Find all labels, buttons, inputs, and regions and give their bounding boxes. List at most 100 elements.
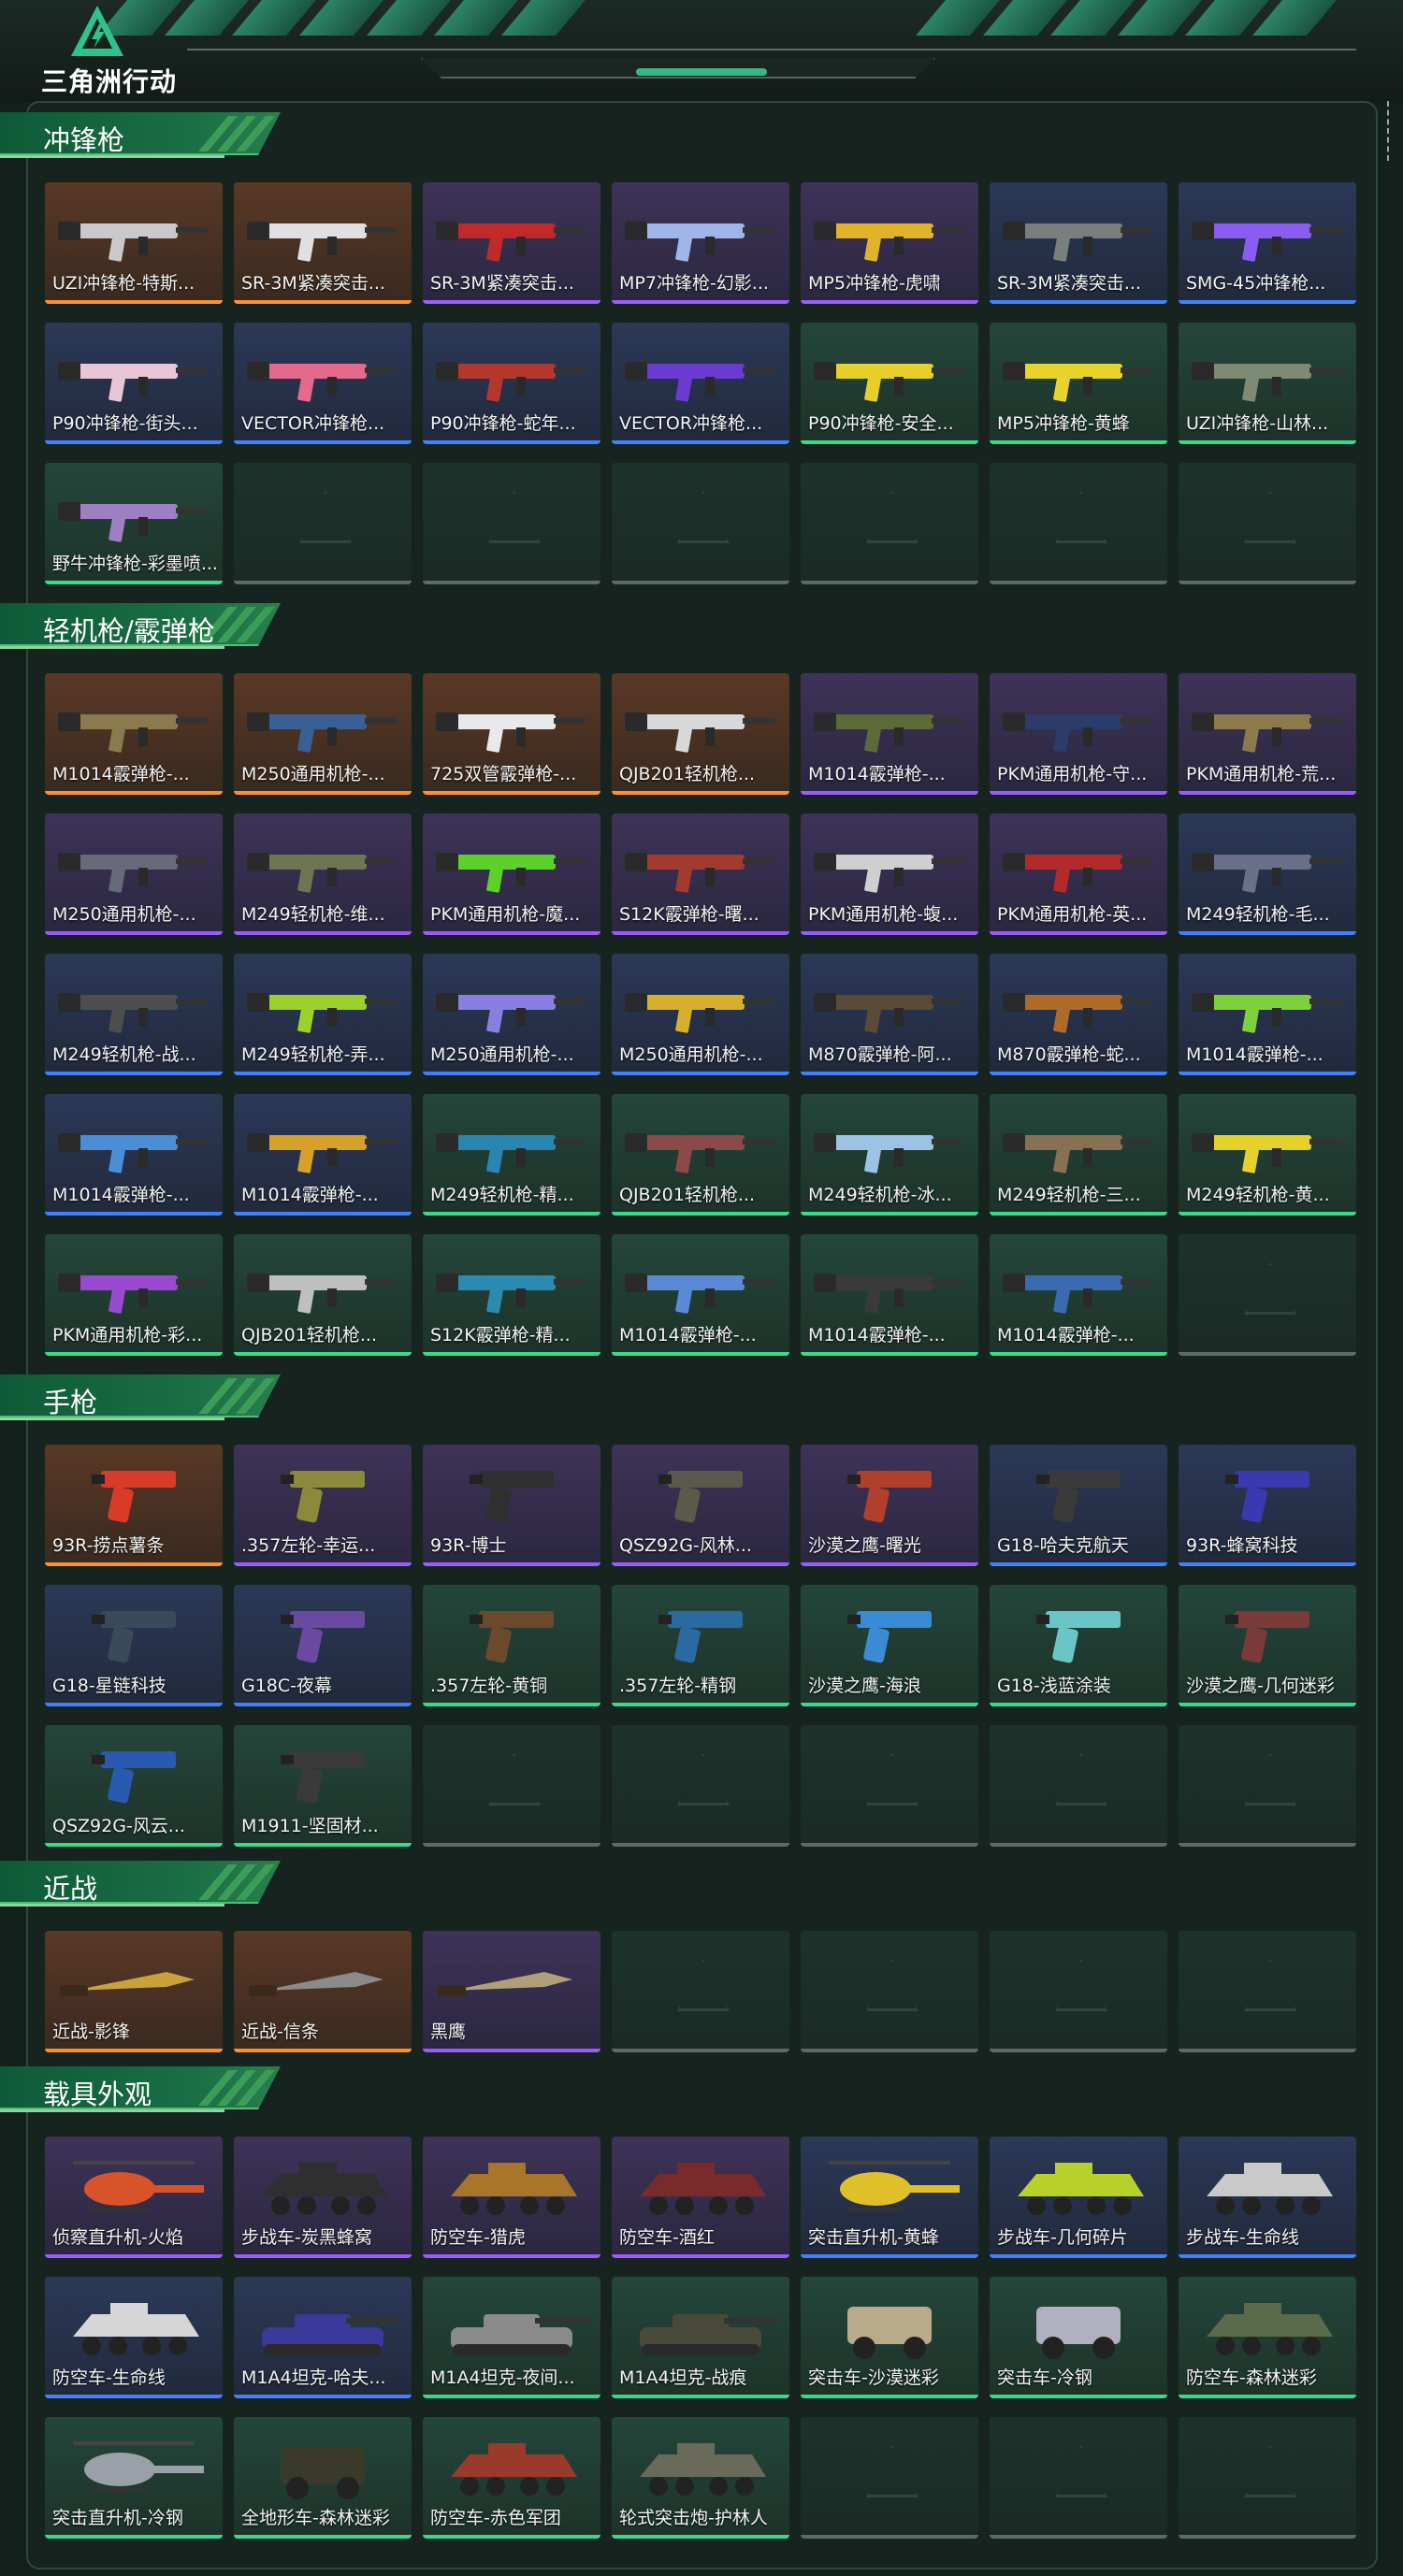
item-card[interactable]: VECTOR冲锋枪... bbox=[234, 323, 412, 444]
item-card[interactable]: UZI冲锋枪-特斯... bbox=[45, 182, 223, 304]
item-label: 全地形车-森林迷彩 bbox=[241, 2508, 390, 2528]
item-card[interactable]: 侦察直升机-火焰 bbox=[45, 2137, 223, 2258]
item-card[interactable]: 防空车-生命线 bbox=[45, 2277, 223, 2398]
item-card[interactable]: M1014霰弹枪-... bbox=[612, 1234, 789, 1356]
item-card[interactable]: MP7冲锋枪-幻影... bbox=[612, 182, 789, 304]
item-label: P90冲锋枪-街头... bbox=[52, 413, 198, 434]
rifle-icon bbox=[54, 827, 213, 901]
item-card[interactable]: 黑鹰 bbox=[423, 1931, 600, 2052]
item-card[interactable]: PKM通用机枪-守... bbox=[990, 673, 1167, 795]
item-card[interactable]: M1014霰弹枪-... bbox=[1179, 954, 1356, 1075]
item-card[interactable]: SR-3M紧凑突击... bbox=[423, 182, 600, 304]
item-card[interactable]: M250通用机枪-... bbox=[234, 673, 412, 795]
item-card[interactable]: MP5冲锋枪-黄蜂 bbox=[990, 323, 1167, 444]
item-card[interactable]: M250通用机枪-... bbox=[423, 954, 600, 1075]
item-card[interactable]: P90冲锋枪-街头... bbox=[45, 323, 223, 444]
item-card[interactable]: 突击直升机-冷钢 bbox=[45, 2417, 223, 2539]
item-card[interactable]: QJB201轻机枪... bbox=[234, 1234, 412, 1356]
item-card[interactable]: SMG-45冲锋枪... bbox=[1179, 182, 1356, 304]
item-label: 野牛冲锋枪-彩墨喷... bbox=[52, 554, 217, 574]
empty-slot bbox=[234, 463, 412, 584]
item-card[interactable]: PKM通用机枪-荒... bbox=[1179, 673, 1356, 795]
item-label: PKM通用机枪-彩... bbox=[52, 1325, 203, 1346]
item-card[interactable]: S12K霰弹枪-曙... bbox=[612, 813, 789, 935]
item-card[interactable]: M249轻机枪-弄... bbox=[234, 954, 412, 1075]
item-card[interactable]: M1014霰弹枪-... bbox=[234, 1094, 412, 1216]
item-card[interactable]: 近战-信条 bbox=[234, 1931, 412, 2052]
item-card[interactable]: QSZ92G-风云... bbox=[45, 1725, 223, 1847]
rifle-icon bbox=[810, 1107, 969, 1182]
item-card[interactable]: M249轻机枪-冰... bbox=[801, 1094, 978, 1216]
section-title: 手枪 bbox=[43, 1387, 98, 1418]
item-card[interactable]: VECTOR冲锋枪... bbox=[612, 323, 789, 444]
item-card[interactable]: 93R-捞点薯条 bbox=[45, 1445, 223, 1566]
item-card[interactable]: 野牛冲锋枪-彩墨喷... bbox=[45, 463, 223, 584]
item-card[interactable]: M1A4坦克-战痕 bbox=[612, 2277, 789, 2398]
item-card[interactable]: G18-浅蓝涂装 bbox=[990, 1585, 1167, 1706]
item-card[interactable]: M1014霰弹枪-... bbox=[801, 1234, 978, 1356]
item-card[interactable]: 93R-蜂窝科技 bbox=[1179, 1445, 1356, 1566]
item-card[interactable]: G18-哈夫克航天 bbox=[990, 1445, 1167, 1566]
item-card[interactable]: M1014霰弹枪-... bbox=[990, 1234, 1167, 1356]
item-card[interactable]: 突击直升机-黄蜂 bbox=[801, 2137, 978, 2258]
item-card[interactable]: M1911-坚固材... bbox=[234, 1725, 412, 1847]
item-card[interactable]: 防空车-猎虎 bbox=[423, 2137, 600, 2258]
item-card[interactable]: 突击车-沙漠迷彩 bbox=[801, 2277, 978, 2398]
item-card[interactable]: 步战车-炭黑蜂窝 bbox=[234, 2137, 412, 2258]
scrollbar[interactable] bbox=[1387, 101, 1393, 161]
item-card[interactable]: 防空车-赤色军团 bbox=[423, 2417, 600, 2539]
item-card[interactable]: S12K霰弹枪-精... bbox=[423, 1234, 600, 1356]
item-card[interactable]: 步战车-生命线 bbox=[1179, 2137, 1356, 2258]
item-card[interactable]: SR-3M紧凑突击... bbox=[234, 182, 412, 304]
item-label: M249轻机枪-弄... bbox=[241, 1044, 385, 1065]
item-card[interactable]: 步战车-几何碎片 bbox=[990, 2137, 1167, 2258]
item-card[interactable]: PKM通用机枪-英... bbox=[990, 813, 1167, 935]
item-card[interactable]: M249轻机枪-战... bbox=[45, 954, 223, 1075]
item-card[interactable]: M249轻机枪-维... bbox=[234, 813, 412, 935]
item-card[interactable]: P90冲锋枪-蛇年... bbox=[423, 323, 600, 444]
item-card[interactable]: P90冲锋枪-安全... bbox=[801, 323, 978, 444]
rifle-icon bbox=[432, 827, 591, 901]
item-card[interactable]: M1014霰弹枪-... bbox=[801, 673, 978, 795]
truck-icon bbox=[999, 2290, 1158, 2365]
item-card[interactable]: M249轻机枪-精... bbox=[423, 1094, 600, 1216]
item-card[interactable]: PKM通用机枪-蝮... bbox=[801, 813, 978, 935]
item-card[interactable]: M249轻机枪-黄... bbox=[1179, 1094, 1356, 1216]
item-label: .357左轮-精钢 bbox=[619, 1676, 737, 1696]
item-card[interactable]: 沙漠之鹰-曙光 bbox=[801, 1445, 978, 1566]
item-card[interactable]: 防空车-森林迷彩 bbox=[1179, 2277, 1356, 2398]
item-card[interactable]: 沙漠之鹰-海浪 bbox=[801, 1585, 978, 1706]
item-card[interactable]: M870霰弹枪-阿... bbox=[801, 954, 978, 1075]
item-card[interactable]: M1014霰弹枪-... bbox=[45, 1094, 223, 1216]
item-card[interactable]: 近战-影锋 bbox=[45, 1931, 223, 2052]
item-card[interactable]: 全地形车-森林迷彩 bbox=[234, 2417, 412, 2539]
item-card[interactable]: 沙漠之鹰-几何迷彩 bbox=[1179, 1585, 1356, 1706]
item-card[interactable]: 轮式突击炮-护林人 bbox=[612, 2417, 789, 2539]
item-card[interactable]: MP5冲锋枪-虎啸 bbox=[801, 182, 978, 304]
item-card[interactable]: 突击车-冷钢 bbox=[990, 2277, 1167, 2398]
item-card[interactable]: .357左轮-幸运... bbox=[234, 1445, 412, 1566]
item-card[interactable]: M1A4坦克-哈夫... bbox=[234, 2277, 412, 2398]
item-card[interactable]: PKM通用机枪-魔... bbox=[423, 813, 600, 935]
item-card[interactable]: 93R-博士 bbox=[423, 1445, 600, 1566]
item-card[interactable]: QSZ92G-风林... bbox=[612, 1445, 789, 1566]
item-card[interactable]: .357左轮-黄铜 bbox=[423, 1585, 600, 1706]
item-card[interactable]: QJB201轻机枪... bbox=[612, 673, 789, 795]
item-card[interactable]: SR-3M紧凑突击... bbox=[990, 182, 1167, 304]
item-card[interactable]: M250通用机枪-... bbox=[612, 954, 789, 1075]
item-card[interactable]: M870霰弹枪-蛇... bbox=[990, 954, 1167, 1075]
item-card[interactable]: .357左轮-精钢 bbox=[612, 1585, 789, 1706]
item-card[interactable]: M249轻机枪-毛... bbox=[1179, 813, 1356, 935]
item-card[interactable]: M1A4坦克-夜间... bbox=[423, 2277, 600, 2398]
item-card[interactable]: QJB201轻机枪... bbox=[612, 1094, 789, 1216]
item-card[interactable]: M1014霰弹枪-... bbox=[45, 673, 223, 795]
item-card[interactable]: UZI冲锋枪-山林... bbox=[1179, 323, 1356, 444]
item-card[interactable]: 725双管霰弹枪-... bbox=[423, 673, 600, 795]
item-label: UZI冲锋枪-山林... bbox=[1186, 413, 1329, 434]
item-card[interactable]: G18C-夜幕 bbox=[234, 1585, 412, 1706]
item-card[interactable]: G18-星链科技 bbox=[45, 1585, 223, 1706]
item-card[interactable]: M250通用机枪-... bbox=[45, 813, 223, 935]
item-card[interactable]: PKM通用机枪-彩... bbox=[45, 1234, 223, 1356]
item-card[interactable]: M249轻机枪-三... bbox=[990, 1094, 1167, 1216]
item-card[interactable]: 防空车-酒红 bbox=[612, 2137, 789, 2258]
